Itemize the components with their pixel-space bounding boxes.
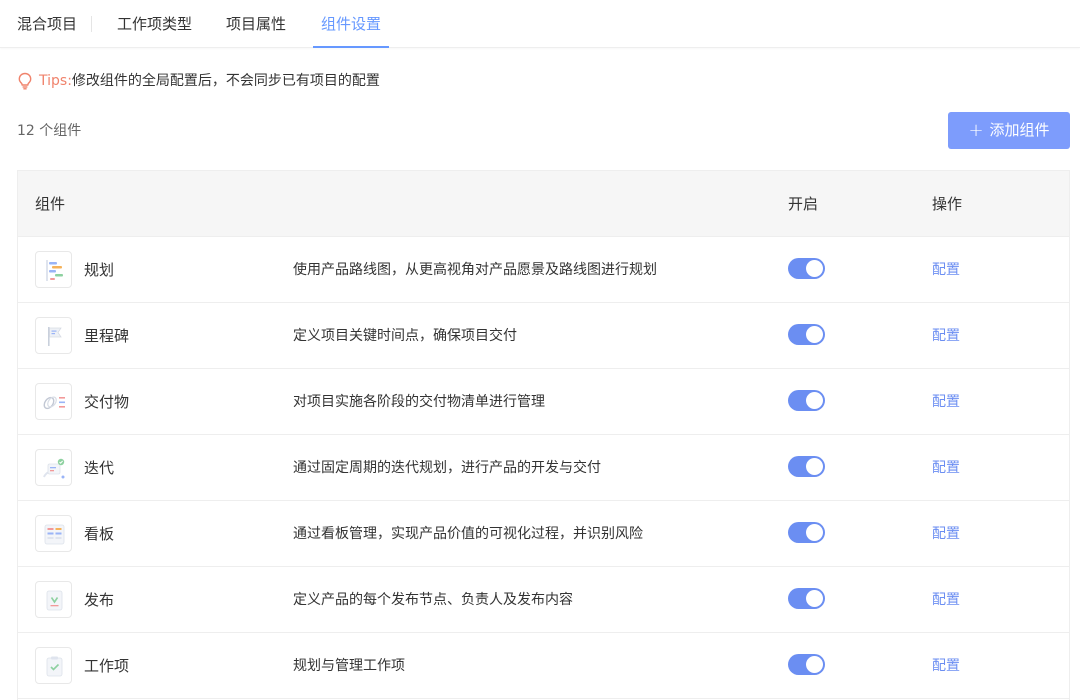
roadmap-icon	[35, 251, 72, 288]
tab-component-settings[interactable]: 组件设置	[313, 0, 390, 48]
work-item-icon	[35, 647, 72, 684]
toggle-knob	[806, 524, 823, 541]
tab-divider	[91, 16, 92, 32]
toggle-knob	[806, 260, 823, 277]
header-enable: 开启	[788, 195, 819, 213]
config-link[interactable]: 配置	[932, 501, 960, 567]
tips-banner: Tips:修改组件的全局配置后，不会同步已有项目的配置	[17, 70, 380, 92]
add-component-label: 添加组件	[989, 121, 1050, 139]
toggle-knob	[806, 656, 823, 673]
lightbulb-icon	[17, 70, 33, 92]
component-table: 组件 开启 操作 规划 使用产品路线图，从更高视角对产品愿景及路线图进行规划 配…	[17, 170, 1070, 700]
component-name: 工作项	[84, 657, 130, 675]
table-row: 工作项 规划与管理工作项 配置	[18, 633, 1069, 699]
enable-toggle[interactable]	[788, 456, 825, 477]
header-component: 组件	[35, 195, 66, 213]
enable-toggle[interactable]	[788, 654, 825, 675]
toggle-knob	[806, 392, 823, 409]
header-operation: 操作	[932, 195, 963, 213]
iteration-icon	[35, 449, 72, 486]
component-description: 通过看板管理，实现产品价值的可视化过程，并识别风险	[293, 526, 643, 542]
deliverable-icon	[35, 383, 72, 420]
component-name: 交付物	[84, 393, 130, 411]
component-description: 对项目实施各阶段的交付物清单进行管理	[293, 394, 545, 410]
toggle-knob	[806, 326, 823, 343]
table-row: 里程碑 定义项目关键时间点，确保项目交付 配置	[18, 303, 1069, 369]
component-description: 使用产品路线图，从更高视角对产品愿景及路线图进行规划	[293, 262, 657, 278]
component-description: 通过固定周期的迭代规划，进行产品的开发与交付	[293, 460, 601, 476]
config-link[interactable]: 配置	[932, 369, 960, 435]
table-row: 迭代 通过固定周期的迭代规划，进行产品的开发与交付 配置	[18, 435, 1069, 501]
add-component-button[interactable]: + 添加组件	[948, 112, 1070, 149]
top-tabs: 混合项目 工作项类型 项目属性 组件设置	[0, 0, 1080, 48]
enable-toggle[interactable]	[788, 390, 825, 411]
config-link[interactable]: 配置	[932, 303, 960, 369]
milestone-flag-icon	[35, 317, 72, 354]
plus-icon: +	[968, 120, 984, 141]
tips-text: 修改组件的全局配置后，不会同步已有项目的配置	[71, 73, 380, 89]
component-description: 定义项目关键时间点，确保项目交付	[293, 328, 517, 344]
table-row: 看板 通过看板管理，实现产品价值的可视化过程，并识别风险 配置	[18, 501, 1069, 567]
component-description: 定义产品的每个发布节点、负责人及发布内容	[293, 592, 573, 608]
enable-toggle[interactable]	[788, 258, 825, 279]
component-description: 规划与管理工作项	[293, 658, 405, 674]
enable-toggle[interactable]	[788, 324, 825, 345]
table-header: 组件 开启 操作	[18, 171, 1069, 237]
tab-work-item-types[interactable]: 工作项类型	[117, 0, 192, 48]
component-name: 看板	[84, 525, 115, 543]
toggle-knob	[806, 590, 823, 607]
config-link[interactable]: 配置	[932, 633, 960, 699]
component-count: 12 个组件	[17, 123, 82, 139]
release-icon	[35, 581, 72, 618]
table-row: 发布 定义产品的每个发布节点、负责人及发布内容 配置	[18, 567, 1069, 633]
component-name: 规划	[84, 261, 115, 279]
component-name: 里程碑	[84, 327, 130, 345]
kanban-icon	[35, 515, 72, 552]
enable-toggle[interactable]	[788, 588, 825, 609]
component-name: 迭代	[84, 459, 115, 477]
table-row: 交付物 对项目实施各阶段的交付物清单进行管理 配置	[18, 369, 1069, 435]
component-name: 发布	[84, 591, 115, 609]
config-link[interactable]: 配置	[932, 237, 960, 303]
tab-project-properties[interactable]: 项目属性	[226, 0, 286, 48]
tips-label: Tips:	[39, 73, 72, 89]
toggle-knob	[806, 458, 823, 475]
config-link[interactable]: 配置	[932, 435, 960, 501]
table-row: 规划 使用产品路线图，从更高视角对产品愿景及路线图进行规划 配置	[18, 237, 1069, 303]
config-link[interactable]: 配置	[932, 567, 960, 633]
enable-toggle[interactable]	[788, 522, 825, 543]
tab-mixed-project[interactable]: 混合项目	[17, 0, 77, 48]
